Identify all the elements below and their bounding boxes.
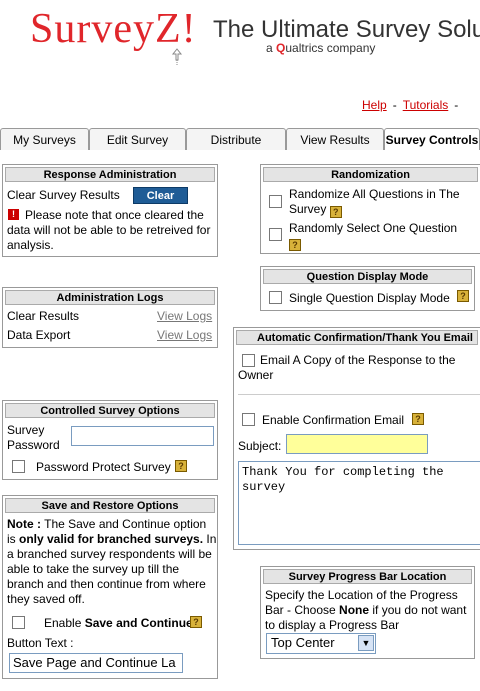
button-text-label: Button Text : <box>7 636 74 650</box>
enable-bold: Save and Continue <box>84 616 193 630</box>
surveyz-logo: SurveyZ! <box>30 6 197 52</box>
panel-title: Controlled Survey Options <box>5 403 215 418</box>
random-select-one-checkbox[interactable] <box>269 228 282 241</box>
clear-results-label: Clear Survey Results <box>7 188 120 202</box>
note-label: Note : <box>7 517 41 531</box>
help-icon[interactable]: ? <box>329 206 342 218</box>
panel-title: Automatic Confirmation/Thank You Email <box>236 330 478 345</box>
tab-distribute[interactable]: Distribute <box>186 128 286 150</box>
help-icon[interactable]: ? <box>412 413 424 425</box>
panel-title: Response Administration <box>5 167 215 182</box>
password-input[interactable] <box>71 426 214 446</box>
password-protect-label: Password Protect Survey <box>36 460 171 474</box>
panel-title: Randomization <box>263 167 478 182</box>
save-continue-note: Note : The Save and Continue option is o… <box>7 517 217 607</box>
controlled-options-panel: Controlled Survey Options Survey Passwor… <box>2 400 218 480</box>
log-row-label: Data Export <box>7 328 71 342</box>
help-link[interactable]: Help <box>362 98 387 112</box>
randomize-all-text: Randomize All Questions in The Survey <box>289 187 460 216</box>
progress-description: Specify the Location of the Progress Bar… <box>265 588 473 633</box>
subject-input[interactable] <box>286 434 428 454</box>
tutorials-link[interactable]: Tutorials <box>403 98 449 112</box>
help-icon[interactable]: ? <box>289 239 301 251</box>
email-body-textarea[interactable]: Thank You for completing the survey <box>238 461 480 545</box>
progress-selected-value: Top Center <box>271 635 335 650</box>
enable-confirmation-label: Enable Confirmation Email <box>262 413 405 427</box>
admin-logs-panel: Administration Logs Clear Results View L… <box>2 287 218 348</box>
company-rest: ualtrics company <box>285 41 376 55</box>
help-icon[interactable]: ? <box>190 616 202 628</box>
chevron-down-icon: ▼ <box>358 635 374 651</box>
company-line: a Qualtrics company <box>266 41 375 55</box>
enable-save-continue-checkbox[interactable] <box>12 616 25 629</box>
help-icon[interactable]: ? <box>175 460 187 472</box>
tagline: The Ultimate Survey Solu <box>213 16 480 43</box>
progress-bar-panel: Survey Progress Bar Location Specify the… <box>260 566 475 659</box>
panel-title: Survey Progress Bar Location <box>263 569 472 584</box>
randomize-all-label: Randomize All Questions in The Survey ? <box>289 187 479 218</box>
save-restore-panel: Save and Restore Options Note : The Save… <box>2 495 218 679</box>
randomization-panel: Randomization Randomize All Questions in… <box>260 164 480 254</box>
email-copy-label: Email A Copy of the Response to the Owne… <box>238 353 456 382</box>
password-label: Survey Password <box>7 423 60 452</box>
clear-button[interactable]: Clear <box>133 187 188 204</box>
tab-survey-controls[interactable]: Survey Controls <box>384 128 480 150</box>
log-row-label: Clear Results <box>7 309 80 323</box>
tab-my-surveys[interactable]: My Surveys <box>0 128 89 150</box>
random-select-one-text: Randomly Select One Question <box>289 221 458 235</box>
progress-location-select[interactable]: Top Center ▼ <box>266 633 376 654</box>
tab-view-results[interactable]: View Results <box>286 128 384 150</box>
tab-edit-survey[interactable]: Edit Survey <box>89 128 186 150</box>
top-links: Help - Tutorials - <box>362 98 464 112</box>
link-separator: - <box>454 98 459 112</box>
panel-title: Save and Restore Options <box>5 498 215 513</box>
random-select-one-label: Randomly Select One Question? <box>289 221 479 251</box>
clear-warning-text: Please note that once cleared the data w… <box>7 208 211 252</box>
enable-confirmation-checkbox[interactable] <box>242 413 255 426</box>
confirmation-panel: Automatic Confirmation/Thank You Email E… <box>233 327 480 550</box>
progress-desc-bold: None <box>339 603 370 617</box>
company-prefix: a <box>266 41 277 55</box>
single-question-mode-label: Single Question Display Mode <box>289 291 450 305</box>
view-logs-link[interactable]: View Logs <box>157 309 212 323</box>
display-mode-panel: Question Display Mode Single Question Di… <box>260 266 475 311</box>
help-icon[interactable]: ? <box>457 290 469 302</box>
view-logs-link[interactable]: View Logs <box>157 328 212 342</box>
password-protect-checkbox[interactable] <box>12 460 25 473</box>
single-question-mode-checkbox[interactable] <box>269 291 282 304</box>
note-text-bold: only valid for branched surveys. <box>19 532 204 546</box>
subject-label: Subject: <box>238 439 282 453</box>
divider <box>238 394 480 395</box>
move-cursor-icon <box>171 48 183 65</box>
panel-title: Administration Logs <box>5 290 215 305</box>
enable-prefix: Enable <box>44 616 85 630</box>
panel-title: Question Display Mode <box>263 269 472 284</box>
enable-save-continue-label: Enable Save and Continue <box>44 616 193 630</box>
tab-bar: My Surveys Edit Survey Distribute View R… <box>0 128 480 150</box>
company-q: Q <box>276 41 286 55</box>
button-text-input[interactable]: Save Page and Continue La <box>9 653 183 673</box>
randomize-all-checkbox[interactable] <box>269 195 282 208</box>
response-admin-panel: Response Administration Clear Survey Res… <box>2 164 218 257</box>
link-separator: - <box>392 98 397 112</box>
